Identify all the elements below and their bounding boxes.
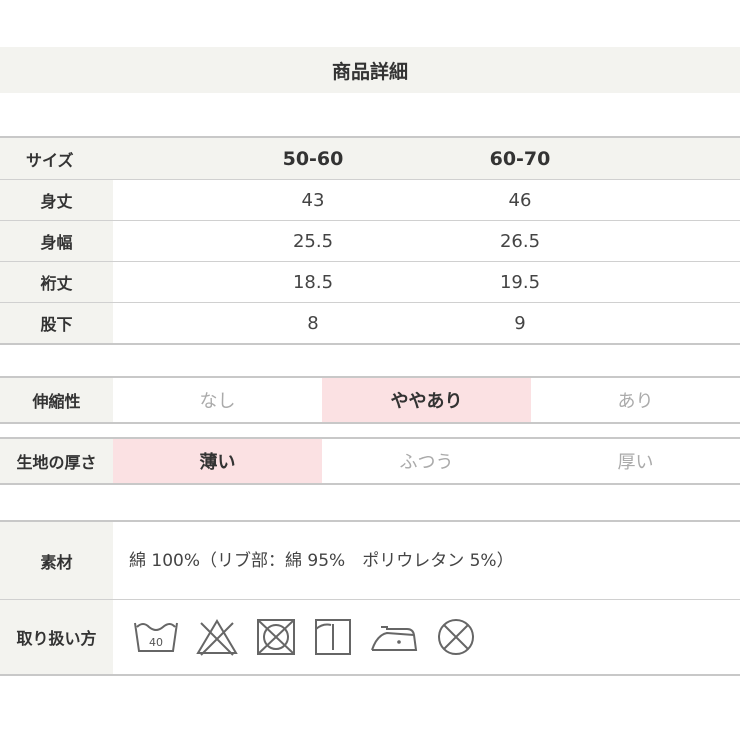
row-value: 25.5 — [292, 231, 334, 252]
row-value: 19.5 — [499, 272, 541, 293]
row-value: 46 — [508, 190, 532, 211]
size-table: サイズ 50-60 60-70 身丈 43 46 身幅 25.5 26.5 裄丈… — [0, 136, 740, 345]
size-header-label: サイズ — [0, 138, 113, 179]
stretch-row: 伸縮性 なし ややあり あり — [0, 376, 740, 424]
row-label: 裄丈 — [0, 262, 113, 302]
wash-40-icon: 40 — [134, 622, 178, 652]
thickness-label: 生地の厚さ — [0, 439, 113, 483]
size-column-2: 60-70 — [489, 147, 551, 170]
row-label: 股下 — [0, 303, 113, 343]
size-column-1: 50-60 — [282, 147, 344, 170]
row-value: 26.5 — [499, 231, 541, 252]
iron-low-icon — [371, 626, 418, 651]
row-label: 身丈 — [0, 180, 113, 220]
material-row: 素材 綿 100%（リブ部：綿 95% ポリウレタン 5%） — [0, 522, 740, 599]
table-row: 裄丈 18.5 19.5 — [0, 261, 740, 302]
thickness-option-normal: ふつう — [399, 452, 454, 473]
thickness-row: 生地の厚さ 薄い ふつう 厚い — [0, 437, 740, 485]
row-value: 8 — [307, 313, 319, 334]
page-title: 商品詳細 — [0, 47, 740, 93]
row-label: 身幅 — [0, 221, 113, 261]
wash-temp-text: 40 — [149, 636, 163, 649]
table-row: 身幅 25.5 26.5 — [0, 220, 740, 261]
row-value: 9 — [514, 313, 526, 334]
stretch-option-yes: あり — [617, 391, 654, 412]
material-value: 綿 100%（リブ部：綿 95% ポリウレタン 5%） — [129, 551, 514, 571]
no-bleach-icon — [196, 619, 238, 656]
stretch-label: 伸縮性 — [0, 378, 113, 422]
table-row: 股下 8 9 — [0, 302, 740, 343]
stretch-option-none: なし — [199, 391, 236, 412]
stretch-option-some: ややあり — [322, 378, 531, 422]
no-dry-clean-icon — [438, 619, 474, 655]
thickness-option-thick: 厚い — [617, 452, 654, 473]
care-icons: 40 — [113, 600, 740, 674]
size-header-row: サイズ 50-60 60-70 — [0, 138, 740, 179]
material-label: 素材 — [0, 522, 113, 599]
care-row: 取り扱い方 40 — [0, 599, 740, 674]
thickness-option-thin: 薄い — [113, 439, 322, 483]
care-label: 取り扱い方 — [0, 600, 113, 674]
line-dry-icon — [315, 619, 351, 655]
no-tumble-dry-icon — [257, 619, 295, 655]
table-row: 身丈 43 46 — [0, 179, 740, 220]
info-table: 素材 綿 100%（リブ部：綿 95% ポリウレタン 5%） 取り扱い方 40 — [0, 520, 740, 676]
row-value: 43 — [301, 190, 325, 211]
row-value: 18.5 — [292, 272, 334, 293]
